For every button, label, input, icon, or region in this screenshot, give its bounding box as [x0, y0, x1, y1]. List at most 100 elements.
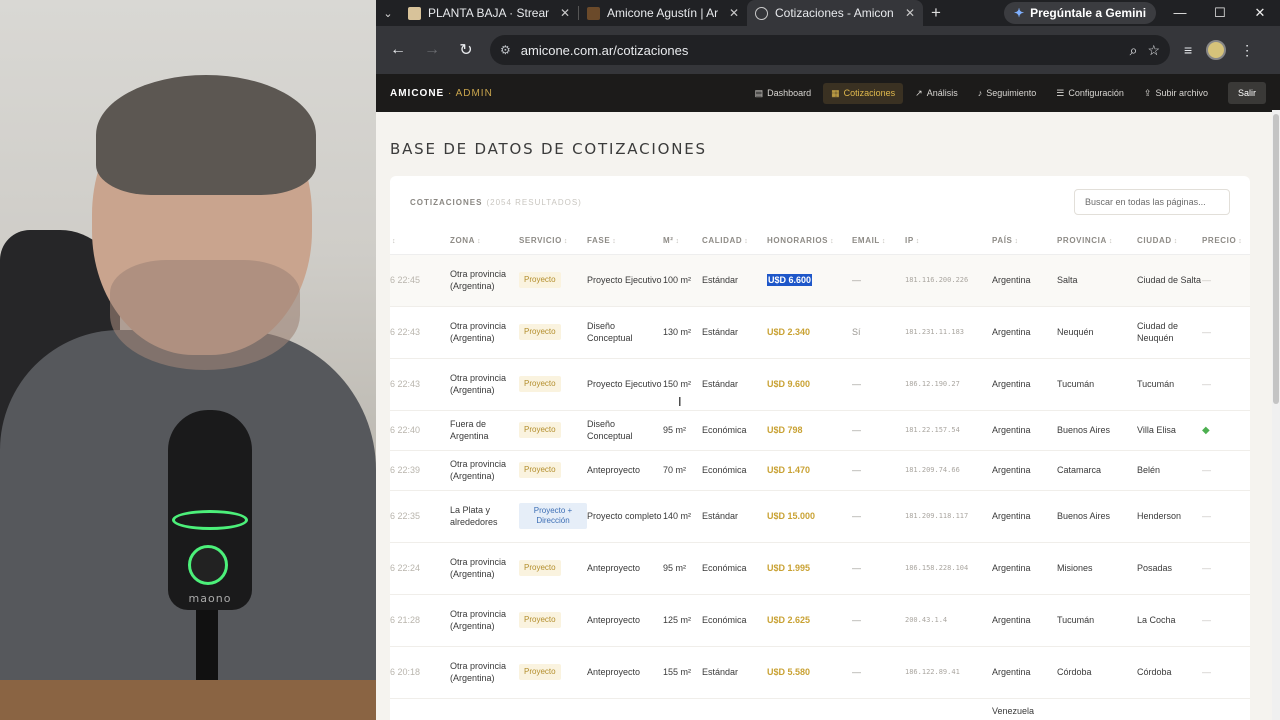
table-row[interactable]: 026 22:45Otra provincia (Argentina)Proye… [390, 254, 1250, 307]
sort-icon: ↕ [1173, 238, 1178, 246]
table-row-partial[interactable]: Venezuela [390, 698, 1250, 720]
column-header-ip[interactable]: IP ↕ [905, 228, 992, 255]
profile-avatar[interactable] [1206, 40, 1227, 60]
reading-list-icon[interactable]: ≡ [1184, 42, 1192, 58]
cell-honorarios: U$D 1.470 [767, 450, 852, 491]
table-row[interactable]: 026 22:43Otra provincia (Argentina)Proye… [390, 306, 1250, 359]
table-row[interactable]: 026 22:39Otra provincia (Argentina)Proye… [390, 450, 1250, 491]
reload-icon[interactable]: ↻ [452, 36, 480, 64]
column-header-honorarios[interactable]: HONORARIOS ↕ [767, 228, 852, 255]
more-menu-icon[interactable]: ⋮ [1240, 42, 1254, 59]
page-scrollbar[interactable] [1272, 110, 1280, 720]
nav-seguimiento[interactable]: ♪ Seguimiento [970, 83, 1045, 103]
column-label: PAÍS [992, 236, 1013, 246]
address-bar[interactable]: ⚙ amicone.com.ar/cotizaciones ⌕ ☆ [490, 35, 1170, 65]
column-label: EMAIL [852, 236, 880, 246]
tab-planta-baja[interactable]: PLANTA BAJA · Stream ✕ [400, 0, 578, 26]
cell-pais: Argentina [992, 306, 1057, 359]
column-header-ciudad[interactable]: CIUDAD ↕ [1137, 228, 1202, 255]
tab-cotizaciones[interactable]: Cotizaciones - Amicone ✕ [747, 0, 923, 26]
cell-fecha: 026 22:24 [390, 542, 450, 595]
nav-cotizaciones[interactable]: ▦ Cotizaciones [823, 82, 904, 104]
cell-precio: — [1202, 254, 1250, 307]
table-header-row: ↕ ZONA ↕ SERVICIO ↕ FASE ↕ M² ↕ CALIDAD ↕ HON… [390, 228, 1250, 255]
cell-zona: Fuera de Argentina [450, 410, 519, 451]
cell-precio: — [1202, 594, 1250, 647]
table-row[interactable]: 026 22:43Otra provincia (Argentina)Proye… [390, 358, 1250, 411]
cell-fase: Anteproyecto [587, 646, 663, 699]
minimize-icon[interactable]: — [1160, 0, 1200, 26]
table-row[interactable]: 026 22:24Otra provincia (Argentina)Proye… [390, 542, 1250, 595]
table-row[interactable]: 026 22:35La Plata y alrededoresProyecto … [390, 490, 1250, 543]
cell-ciudad: La Cocha [1137, 594, 1202, 647]
table-row[interactable]: 026 21:28Otra provincia (Argentina)Proye… [390, 594, 1250, 647]
card-title-text: COTIZACIONES [410, 197, 483, 207]
column-header-precio[interactable]: PRECIO ↕ [1202, 228, 1250, 255]
search-input[interactable] [1074, 189, 1230, 215]
app-brand[interactable]: AMICONE · ADMIN [390, 88, 493, 99]
column-header-calidad[interactable]: CALIDAD ↕ [702, 228, 767, 255]
maximize-icon[interactable]: ☐ [1200, 0, 1240, 26]
column-header-zona[interactable]: ZONA ↕ [450, 228, 519, 255]
cell-empty [702, 698, 767, 720]
fee-value: U$D 798 [767, 425, 803, 435]
back-icon[interactable]: ← [384, 36, 412, 64]
column-header-servicio[interactable]: SERVICIO ↕ [519, 228, 587, 255]
cell-m2: 95 m² [663, 410, 702, 451]
cell-honorarios: U$D 6.600 [767, 254, 852, 307]
cell-email: — [852, 542, 905, 595]
fee-value: U$D 1.470 [767, 465, 811, 475]
nav-configuracion[interactable]: ☰ Configuración [1048, 83, 1132, 104]
microphone-stand [196, 610, 218, 690]
new-tab-icon[interactable]: + [923, 3, 949, 23]
forward-icon[interactable]: → [418, 36, 446, 64]
cell-m2: 140 m² [663, 490, 702, 543]
cell-fase: Diseño Conceptual [587, 306, 663, 359]
cell-honorarios: U$D 15.000 [767, 490, 852, 543]
cell-ciudad: Ciudad de Salta [1137, 254, 1202, 307]
column-header-provincia[interactable]: PROVINCIA ↕ [1057, 228, 1137, 255]
close-window-icon[interactable]: ✕ [1240, 0, 1280, 26]
logout-button[interactable]: Salir [1227, 82, 1266, 104]
cell-empty [587, 698, 663, 720]
scrollbar-thumb[interactable] [1273, 114, 1279, 404]
gemini-button[interactable]: ✦ Pregúntale a Gemini [1004, 2, 1157, 24]
site-info-icon[interactable]: ⚙ [500, 43, 511, 57]
column-label: IP [905, 236, 914, 246]
zoom-icon[interactable]: ⌕ [1130, 42, 1138, 59]
column-header-email[interactable]: EMAIL ↕ [852, 228, 905, 255]
nav-analisis[interactable]: ↗ Análisis [907, 83, 966, 104]
table-row[interactable]: 026 20:18Otra provincia (Argentina)Proye… [390, 646, 1250, 699]
column-header-m2[interactable]: M² ↕ [663, 228, 702, 255]
cell-empty [1202, 698, 1250, 720]
table-row[interactable]: 026 22:40Fuera de ArgentinaProyecto Diseñ… [390, 410, 1250, 451]
tab-search-icon[interactable]: ⌄ [376, 0, 400, 26]
fee-value: U$D 15.000 [767, 511, 816, 521]
url-text: amicone.com.ar/cotizaciones [520, 42, 689, 58]
cell-empty [1057, 698, 1137, 720]
cell-pais: Argentina [992, 646, 1057, 699]
cell-m2: 150 m² [663, 358, 702, 411]
cell-fecha: 026 22:45 [390, 254, 450, 307]
close-tab-icon[interactable]: ✕ [729, 6, 739, 20]
cell-provincia: Salta [1057, 254, 1137, 307]
nav-dashboard[interactable]: ▤ Dashboard [747, 83, 820, 104]
sort-icon: ↕ [477, 238, 482, 246]
bookmark-star-icon[interactable]: ☆ [1147, 42, 1160, 59]
service-badge: Proyecto [519, 272, 561, 288]
price-empty: — [1202, 667, 1211, 677]
close-tab-icon[interactable]: ✕ [905, 6, 915, 20]
price-empty: — [1202, 563, 1211, 573]
column-header-fase[interactable]: FASE ↕ [587, 228, 663, 255]
tab-amicone-agustin[interactable]: Amicone Agustín | Arq ✕ [579, 0, 747, 26]
column-header-pais[interactable]: PAÍS ↕ [992, 228, 1057, 255]
cell-honorarios: U$D 9.600 [767, 358, 852, 411]
cell-calidad: Estándar [702, 646, 767, 699]
webcam-feed: maono [0, 0, 376, 720]
cell-fecha: 026 22:43 [390, 306, 450, 359]
dashboard-icon: ▤ [754, 87, 764, 98]
nav-subir-archivo[interactable]: ⇪ Subir archivo [1136, 83, 1216, 104]
fee-value: U$D 1.995 [767, 563, 811, 573]
column-header-fecha[interactable]: ↕ [390, 228, 450, 255]
close-tab-icon[interactable]: ✕ [560, 6, 570, 20]
